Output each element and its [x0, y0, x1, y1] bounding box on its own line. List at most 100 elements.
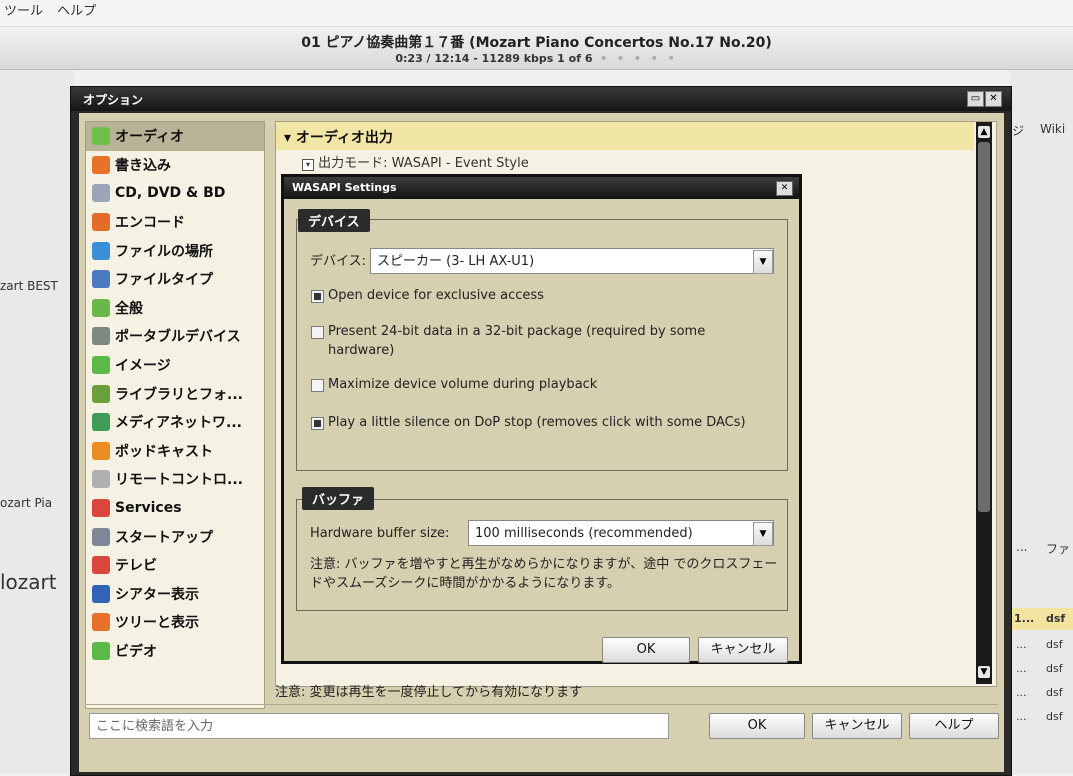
now-playing-bar: 01 ピアノ協奏曲第１７番 (Mozart Piano Concertos No… — [0, 27, 1073, 70]
globe-icon — [92, 241, 110, 260]
expand-icon[interactable]: ▾ — [302, 159, 314, 171]
checkbox[interactable] — [311, 290, 324, 303]
bg-album-label: zart BEST — [0, 279, 58, 293]
bg-row: ... — [1016, 710, 1027, 723]
scrollbar-thumb[interactable] — [978, 142, 990, 512]
menu-bar: ツール ヘルプ — [0, 0, 1073, 27]
sidebar-item-label: Services — [115, 500, 182, 517]
video-icon — [92, 641, 110, 660]
sidebar-item-label: ツリーと表示 — [115, 615, 199, 632]
buffer-size-select[interactable]: 100 milliseconds (recommended) ▼ — [468, 520, 774, 546]
bg-album-title: lozart — [0, 570, 57, 594]
scroll-up-icon[interactable]: ▲ — [978, 126, 990, 138]
wasapi-cancel-button[interactable]: キャンセル — [698, 637, 788, 663]
track-info: 0:23 / 12:14 - 11289 kbps 1 of 6 • • • •… — [0, 52, 1073, 65]
bg-row-dsf: dsf — [1046, 686, 1063, 699]
library-icon — [92, 384, 110, 403]
tree-icon — [92, 613, 110, 632]
sidebar-item[interactable]: ライブラリとフォ... — [86, 379, 264, 408]
sidebar-item-label: 書き込み — [115, 157, 171, 174]
checkbox[interactable] — [311, 326, 324, 339]
output-mode-item[interactable]: ▾ 出力モード: WASAPI - Event Style — [302, 152, 529, 171]
bg-column: ... — [1016, 540, 1028, 554]
general-icon — [92, 298, 110, 317]
startup-icon — [92, 527, 110, 546]
divider — [85, 704, 998, 705]
device-group-label: デバイス — [298, 209, 370, 232]
device-select[interactable]: スピーカー (3- LH AX-U1) ▼ — [370, 248, 774, 274]
podcast-icon — [92, 441, 110, 460]
sidebar-item[interactable]: ポータブルデバイス — [86, 322, 264, 351]
bg-tab-wiki[interactable]: Wiki — [1040, 122, 1065, 136]
help-button[interactable]: ヘルプ — [909, 713, 999, 739]
sidebar-item[interactable]: ポッドキャスト — [86, 437, 264, 466]
chevron-down-icon[interactable]: ▼ — [753, 522, 773, 546]
sidebar-item[interactable]: 書き込み — [86, 151, 264, 180]
options-titlebar[interactable]: オプション ▭ ✕ — [71, 87, 1011, 111]
sidebar-item-label: リモートコントロ... — [115, 472, 243, 489]
section-header-label: ▾ オーディオ出力 — [284, 130, 393, 146]
scroll-down-icon[interactable]: ▼ — [978, 666, 990, 678]
search-input[interactable]: ここに検索語を入力 — [89, 713, 669, 739]
bg-tab[interactable]: ジ — [1012, 122, 1024, 139]
tv-icon — [92, 556, 110, 575]
menu-tools[interactable]: ツール — [4, 0, 43, 24]
device-label: デバイス: — [310, 254, 366, 269]
section-header-audio-output[interactable]: ▾ オーディオ出力 — [276, 122, 974, 150]
speaker-icon — [92, 127, 110, 146]
sidebar-item[interactable]: シアター表示 — [86, 580, 264, 609]
checkbox-label[interactable]: Present 24-bit data in a 32-bit package … — [328, 322, 748, 360]
remote-icon — [92, 470, 110, 489]
sidebar-item[interactable]: エンコード — [86, 208, 264, 237]
sidebar-item[interactable]: ビデオ — [86, 637, 264, 666]
cancel-button[interactable]: キャンセル — [812, 713, 902, 739]
bg-header-a: 1... — [1014, 612, 1035, 625]
disc-icon — [92, 184, 110, 203]
checkbox[interactable] — [311, 417, 324, 430]
sidebar-item[interactable]: オーディオ — [86, 122, 264, 151]
burn-icon — [92, 155, 110, 174]
close-icon[interactable]: ✕ — [985, 91, 1002, 107]
sidebar-item[interactable]: テレビ — [86, 551, 264, 580]
sidebar-item[interactable]: ファイルタイプ — [86, 265, 264, 294]
restore-icon[interactable]: ▭ — [967, 91, 984, 107]
ok-button[interactable]: OK — [709, 713, 805, 739]
menu-help[interactable]: ヘルプ — [57, 0, 96, 24]
filetype-icon — [92, 270, 110, 289]
bg-row-dsf: dsf — [1046, 638, 1063, 651]
options-sidebar: オーディオ書き込み CD, DVD & BD エンコードファイルの場所 ファイルタイプ… — [85, 121, 265, 709]
sidebar-item[interactable]: スタートアップ — [86, 522, 264, 551]
background-right-pane: ジ Wiki ... ファ 1... dsf ... dsf ... dsf .… — [1010, 70, 1073, 774]
wasapi-settings-dialog: WASAPI Settings ✕ デバイス デバイス: スピーカー (3- L… — [281, 174, 802, 664]
checkbox[interactable] — [311, 379, 324, 392]
checkbox-label[interactable]: Play a little silence on DoP stop (remov… — [328, 413, 748, 432]
sidebar-item[interactable]: ファイルの場所 — [86, 236, 264, 265]
sidebar-item-label: エンコード — [115, 215, 185, 232]
sidebar-item[interactable]: イメージ — [86, 351, 264, 380]
sidebar-item-label: ビデオ — [115, 643, 157, 660]
sidebar-item[interactable]: ツリーと表示 — [86, 608, 264, 637]
sidebar-item-label: シアター表示 — [115, 586, 199, 603]
chevron-down-icon[interactable]: ▼ — [753, 250, 773, 274]
track-dots: • • • • • — [600, 52, 678, 65]
track-time: 0:23 / 12:14 - 11289 kbps 1 of 6 — [395, 52, 593, 65]
sidebar-item[interactable]: リモートコントロ... — [86, 465, 264, 494]
checkbox-label[interactable]: Maximize device volume during playback — [328, 375, 748, 394]
checkbox-label[interactable]: Open device for exclusive access — [328, 286, 748, 305]
sidebar-item-label: CD, DVD & BD — [115, 185, 226, 202]
sidebar-item[interactable]: メディアネットワ... — [86, 408, 264, 437]
sidebar-item-label: テレビ — [115, 558, 157, 575]
wasapi-titlebar[interactable]: WASAPI Settings ✕ — [284, 177, 799, 199]
close-icon[interactable]: ✕ — [776, 181, 793, 196]
wasapi-ok-button[interactable]: OK — [602, 637, 690, 663]
sidebar-item[interactable]: Services — [86, 494, 264, 523]
restart-note: 注意: 変更は再生を一度停止してから有効になります — [275, 685, 583, 700]
bg-row-dsf: dsf — [1046, 662, 1063, 675]
wasapi-title: WASAPI Settings — [292, 181, 397, 194]
services-icon — [92, 499, 110, 518]
bg-header-b: dsf — [1046, 612, 1066, 625]
sidebar-item-label: ライブラリとフォ... — [115, 386, 243, 403]
sidebar-item[interactable]: 全般 — [86, 294, 264, 323]
sidebar-item[interactable]: CD, DVD & BD — [86, 179, 264, 208]
bg-row: ... — [1016, 686, 1027, 699]
